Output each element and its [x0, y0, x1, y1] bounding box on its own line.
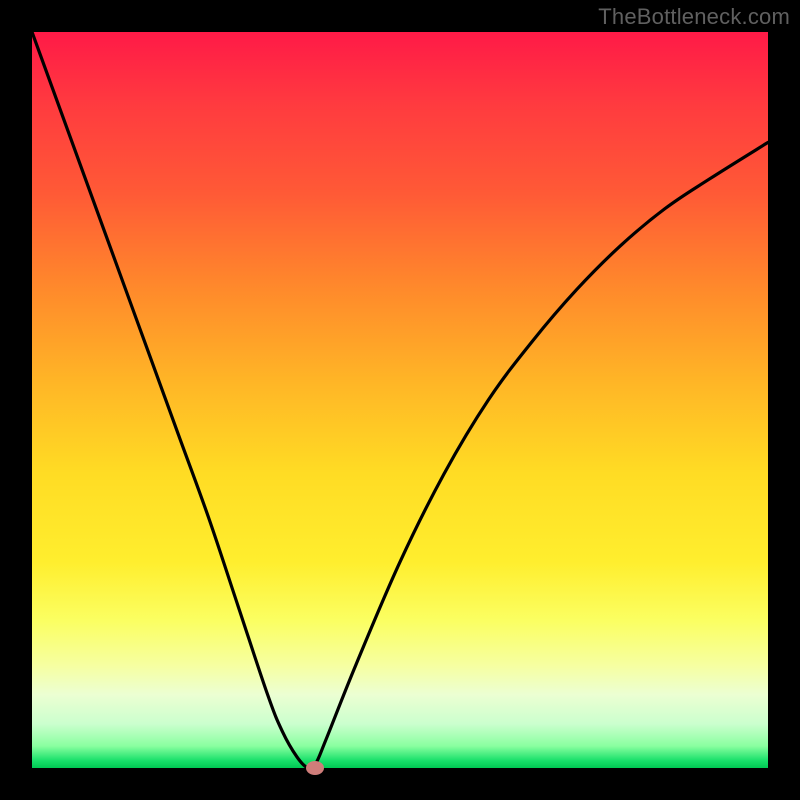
watermark-text: TheBottleneck.com	[598, 4, 790, 30]
chart-frame: TheBottleneck.com	[0, 0, 800, 800]
curve-layer	[32, 32, 768, 768]
bottleneck-curve	[32, 32, 768, 768]
minimum-marker-icon	[306, 761, 324, 775]
